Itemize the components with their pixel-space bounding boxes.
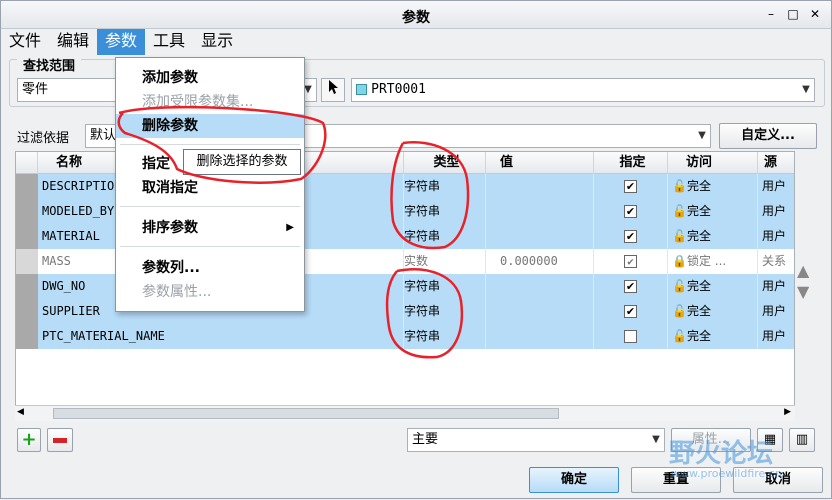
param-type: 字符串 — [400, 174, 486, 199]
close-icon[interactable]: ✕ — [807, 6, 823, 22]
param-value[interactable] — [486, 224, 594, 249]
horizontal-scrollbar[interactable]: ◀ ▶ — [15, 405, 795, 421]
parameters-menu: 添加参数 添加受限参数集... 删除参数 指定 取消指定 排序参数 ▶ 参数列.… — [115, 57, 305, 312]
unlock-icon: 🔓 — [672, 279, 687, 293]
scope-model-value: PRT0001 — [371, 82, 426, 97]
filter-value: 默认 — [90, 128, 117, 143]
param-access: 完全 — [686, 329, 711, 343]
scope-group-label: 查找范围 — [17, 55, 82, 74]
menu-display[interactable]: 显示 — [193, 29, 241, 55]
param-value[interactable] — [486, 274, 594, 299]
param-source: 用户 — [758, 299, 794, 324]
designate-checkbox[interactable]: ✔ — [624, 205, 637, 218]
param-type: 字符串 — [400, 324, 486, 349]
param-type: 字符串 — [400, 199, 486, 224]
param-source: 关系 — [758, 249, 794, 274]
watermark-text: 野火论坛 — [669, 439, 774, 469]
col-type[interactable]: 类型 — [404, 152, 486, 174]
scrollbar-thumb[interactable] — [53, 408, 559, 419]
remove-parameter-button[interactable] — [47, 428, 73, 452]
designate-checkbox[interactable]: ✔ — [624, 230, 637, 243]
pointer-icon — [329, 80, 338, 94]
unlock-icon: 🔓 — [672, 329, 687, 343]
customize-button[interactable]: 自定义... — [719, 123, 817, 149]
param-source: 用户 — [758, 274, 794, 299]
lock-icon: 🔒 — [672, 254, 687, 268]
tooltip: 删除选择的参数 — [183, 149, 301, 175]
chevron-down-icon: ▼ — [698, 130, 706, 141]
param-type: 字符串 — [400, 274, 486, 299]
title-bar: 参数 – □ ✕ — [1, 1, 831, 29]
param-source: 用户 — [758, 224, 794, 249]
filter-label: 过滤依据 — [17, 131, 70, 146]
menu-item-sort-parameters[interactable]: 排序参数 — [116, 216, 304, 240]
chevron-down-icon: ▼ — [802, 84, 810, 95]
unlock-icon: 🔓 — [672, 204, 687, 218]
designate-checkbox[interactable]: ✔ — [624, 180, 637, 193]
param-type: 字符串 — [400, 224, 486, 249]
unlock-icon: 🔓 — [672, 304, 687, 318]
col-access[interactable]: 访问 — [668, 152, 758, 174]
add-parameter-button[interactable]: + — [17, 428, 41, 452]
param-access: 锁定 ... — [686, 254, 727, 268]
menu-item-delete-parameter[interactable]: 删除参数 — [116, 114, 304, 138]
param-source: 用户 — [758, 199, 794, 224]
move-down-icon[interactable]: ▼ — [797, 282, 817, 301]
columns-icon: ▥ — [795, 432, 809, 447]
menu-item-parameter-columns[interactable]: 参数列... — [116, 256, 304, 280]
param-access: 完全 — [686, 229, 711, 243]
table-row[interactable]: PTC_MATERIAL_NAME 字符串 🔓完全 用户 — [16, 324, 794, 349]
param-type: 字符串 — [400, 299, 486, 324]
menu-file[interactable]: 文件 — [1, 29, 49, 55]
unlock-icon: 🔓 — [672, 229, 687, 243]
col-value[interactable]: 值 — [486, 152, 594, 174]
menu-parameters[interactable]: 参数 — [97, 29, 146, 55]
part-icon — [356, 84, 367, 95]
scope-type-value: 零件 — [22, 82, 49, 97]
col-designated[interactable]: 指定 — [594, 152, 668, 174]
param-value[interactable]: 0.000000 — [486, 249, 594, 274]
param-access: 完全 — [686, 279, 711, 293]
param-access: 完全 — [686, 179, 711, 193]
scroll-right-icon[interactable]: ▶ — [784, 407, 791, 417]
menu-item-parameter-properties[interactable]: 参数属性... — [116, 280, 304, 304]
unlock-icon: 🔓 — [672, 179, 687, 193]
window-title: 参数 — [402, 10, 430, 26]
param-value[interactable] — [486, 324, 594, 349]
param-type: 实数 — [400, 249, 486, 274]
scope-model-select[interactable]: PRT0001 ▼ — [351, 78, 815, 102]
main-select-value: 主要 — [412, 432, 439, 447]
param-value[interactable] — [486, 199, 594, 224]
param-source: 用户 — [758, 174, 794, 199]
move-up-icon[interactable]: ▲ — [797, 261, 817, 280]
designate-checkbox[interactable]: ✔ — [624, 255, 637, 268]
ok-button[interactable]: 确定 — [529, 467, 619, 493]
param-access: 完全 — [686, 304, 711, 318]
param-value[interactable] — [486, 299, 594, 324]
menu-item-add-restricted-set[interactable]: 添加受限参数集... — [116, 90, 304, 114]
param-access: 完全 — [686, 204, 711, 218]
menu-edit[interactable]: 编辑 — [49, 29, 97, 55]
col-source[interactable]: 源 — [758, 152, 794, 174]
menu-bar: 文件 编辑 参数 工具 显示 — [1, 29, 831, 55]
param-source: 用户 — [758, 324, 794, 349]
columns-button[interactable]: ▥ — [789, 428, 815, 452]
submenu-arrow-icon: ▶ — [286, 222, 294, 233]
param-name: PTC_MATERIAL_NAME — [38, 324, 404, 349]
minimize-icon[interactable]: – — [763, 6, 779, 22]
designate-checkbox[interactable]: ✔ — [624, 280, 637, 293]
select-pointer-button[interactable] — [321, 78, 345, 102]
menu-tools[interactable]: 工具 — [145, 29, 193, 55]
designate-checkbox[interactable]: ✔ — [624, 305, 637, 318]
param-value[interactable] — [486, 174, 594, 199]
parameters-dialog: 参数 – □ ✕ 文件 编辑 参数 工具 显示 查找范围 零件 ▼ PRT000… — [0, 0, 832, 499]
menu-item-add-parameter[interactable]: 添加参数 — [116, 66, 304, 90]
maximize-icon[interactable]: □ — [785, 6, 801, 22]
minus-icon — [53, 438, 67, 443]
designate-checkbox[interactable] — [624, 330, 637, 343]
watermark: 野火论坛 www.proewildfire.cn — [625, 433, 782, 480]
watermark-url: www.proewildfire.cn — [671, 467, 782, 480]
scroll-left-icon[interactable]: ◀ — [17, 407, 24, 417]
menu-item-undesignate[interactable]: 取消指定 — [116, 176, 304, 200]
